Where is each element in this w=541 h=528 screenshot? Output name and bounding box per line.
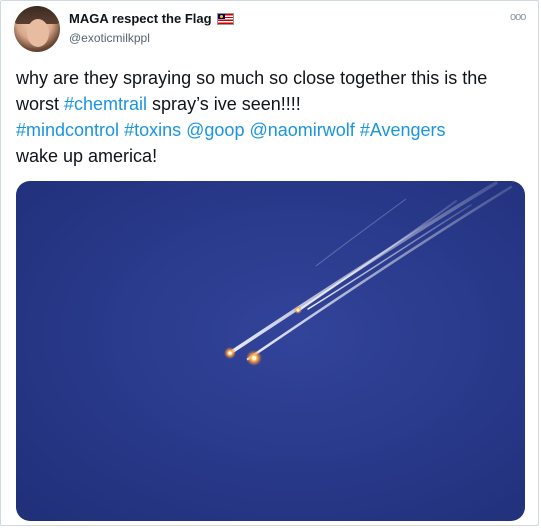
hashtag-link[interactable]: #chemtrail [64, 94, 147, 114]
debris-core [296, 308, 300, 312]
mention-link[interactable]: @goop [186, 120, 244, 140]
hashtag-link[interactable]: #Avengers [360, 120, 446, 140]
tweet-media-photo[interactable] [16, 181, 525, 521]
debris-core [228, 351, 232, 355]
avatar-face [27, 19, 49, 47]
hashtag-link[interactable]: #toxins [124, 120, 181, 140]
user-handle[interactable]: @exoticmilkppl [69, 31, 150, 45]
tweet-text-part: wake up america! [16, 146, 158, 166]
display-name[interactable]: MAGA respect the Flag [69, 11, 212, 26]
malaysia-flag-icon [216, 12, 234, 25]
contrail [246, 185, 513, 361]
contrail [307, 204, 472, 310]
contrail [228, 181, 498, 355]
mention-link[interactable]: @naomirwolf [249, 120, 354, 140]
hashtag-link[interactable]: #mindcontrol [16, 120, 119, 140]
contrail [297, 200, 457, 312]
debris-core [251, 355, 257, 361]
sky-photo [224, 181, 513, 366]
avatar[interactable] [14, 6, 60, 52]
tweet-text-part: spray’s ive seen!!!! [147, 94, 301, 114]
more-options-icon[interactable]: ooo [510, 11, 526, 23]
tweet-text: why are they spraying so much so close t… [16, 65, 528, 169]
display-name-row[interactable]: MAGA respect the Flag [69, 11, 234, 26]
